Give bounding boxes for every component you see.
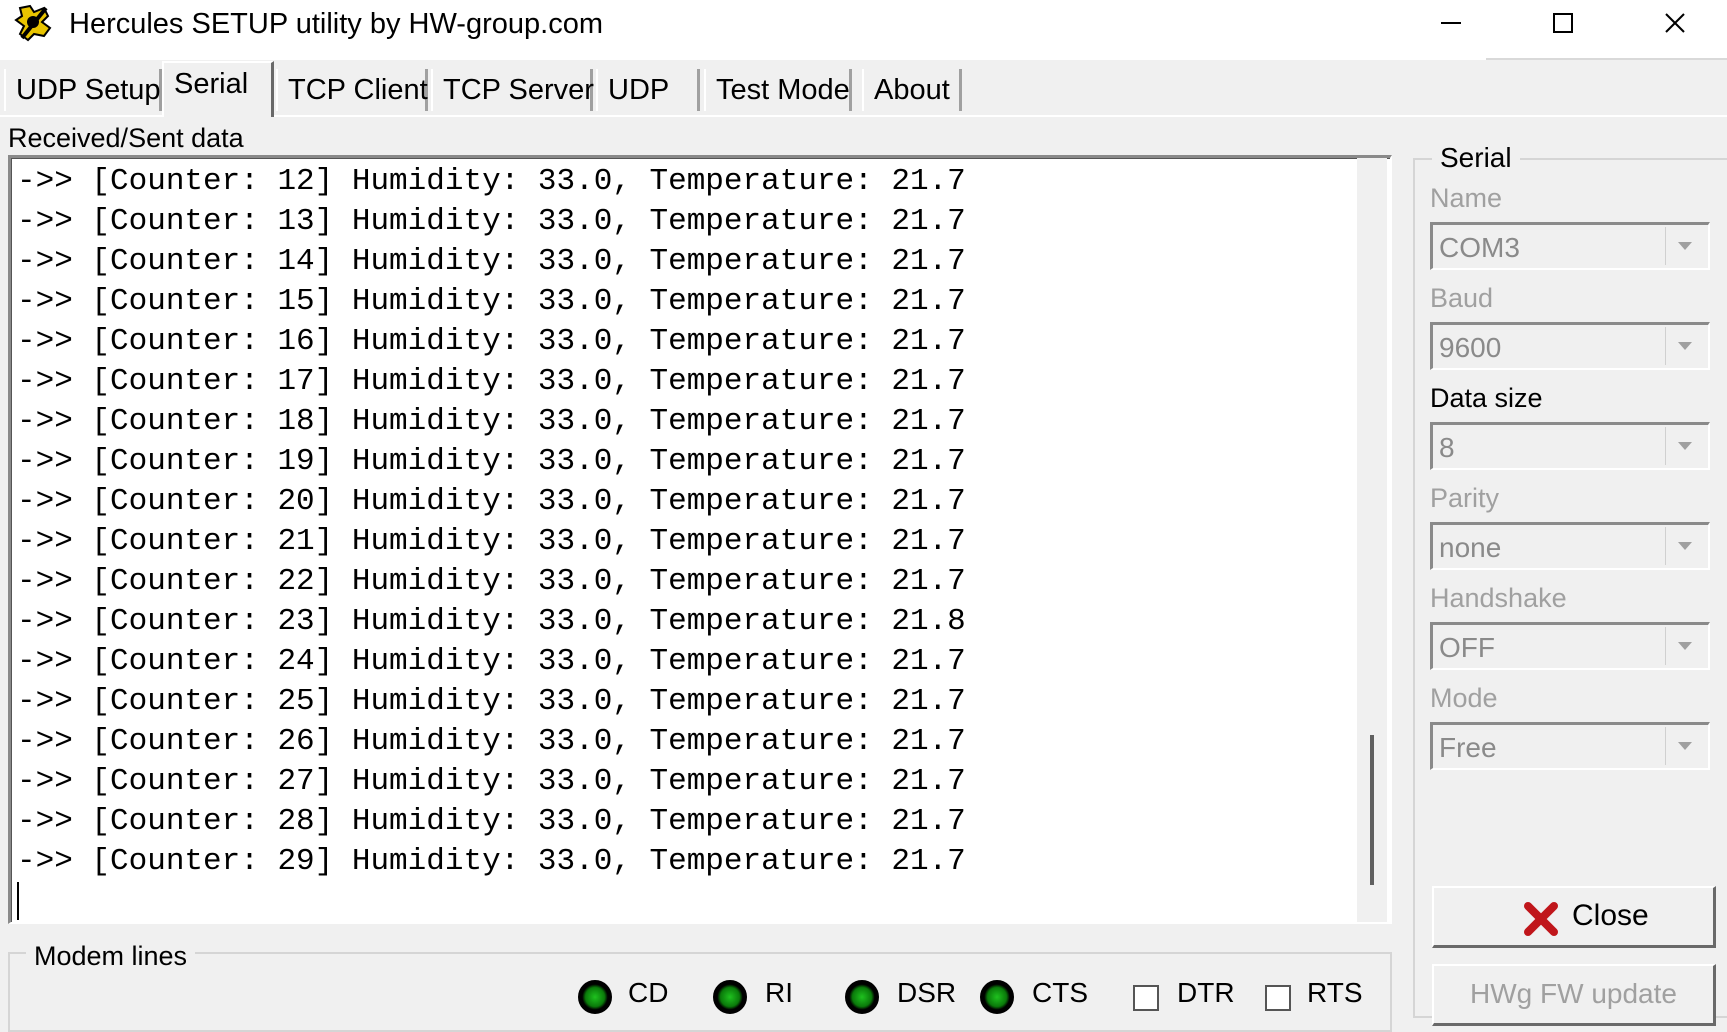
tab-serial[interactable]: Serial: [162, 61, 274, 117]
close-port-button[interactable]: Close: [1432, 886, 1716, 948]
tab-udp-setup[interactable]: UDP Setup: [4, 69, 162, 111]
received-line: ->> [Counter: 26] Humidity: 33.0, Temper…: [17, 724, 966, 759]
close-icon: [1665, 13, 1685, 33]
received-line: ->> [Counter: 17] Humidity: 33.0, Temper…: [17, 364, 966, 399]
mode-value: Free: [1439, 732, 1497, 763]
dtr-checkbox[interactable]: [1133, 985, 1159, 1011]
received-line: ->> [Counter: 23] Humidity: 33.0, Temper…: [17, 604, 966, 639]
handshake-value: OFF: [1439, 632, 1495, 663]
chevron-down-icon: [1678, 642, 1692, 650]
name-label: Name: [1430, 183, 1503, 213]
baud-value: 9600: [1439, 332, 1502, 363]
chevron-down-icon: [1678, 442, 1692, 450]
received-line: ->> [Counter: 13] Humidity: 33.0, Temper…: [17, 204, 966, 239]
cts-led-icon: [980, 980, 1014, 1014]
parity-value: none: [1439, 532, 1502, 563]
window-title: Hercules SETUP utility by HW-group.com: [69, 8, 603, 40]
received-line: ->> [Counter: 27] Humidity: 33.0, Temper…: [17, 764, 966, 799]
ri-label: RI: [765, 977, 793, 1008]
modem-lines-legend: Modem lines: [26, 938, 196, 974]
received-line: ->> [Counter: 21] Humidity: 33.0, Temper…: [17, 524, 966, 559]
vertical-scrollbar[interactable]: [1357, 158, 1387, 922]
parity-dropdown-button[interactable]: [1665, 527, 1706, 565]
title-bar[interactable]: Hercules SETUP utility by HW-group.com: [0, 0, 1727, 60]
dsr-label: DSR: [897, 977, 957, 1008]
handshake-select[interactable]: OFF: [1430, 622, 1710, 670]
received-line: ->> [Counter: 14] Humidity: 33.0, Temper…: [17, 244, 966, 279]
tab-strip: UDP Setup Serial TCP Client TCP Server U…: [0, 58, 1727, 117]
red-x-icon: [1524, 902, 1558, 936]
tab-about[interactable]: About: [862, 69, 962, 111]
data-size-label: Data size: [1430, 383, 1543, 413]
received-line: ->> [Counter: 16] Humidity: 33.0, Temper…: [17, 324, 966, 359]
received-line: ->> [Counter: 20] Humidity: 33.0, Temper…: [17, 484, 966, 519]
cts-label: CTS: [1032, 977, 1088, 1008]
name-select[interactable]: COM3: [1430, 222, 1710, 270]
baud-select[interactable]: 9600: [1430, 322, 1710, 370]
received-line: ->> [Counter: 15] Humidity: 33.0, Temper…: [17, 284, 966, 319]
cd-label: CD: [628, 977, 669, 1008]
data-size-select[interactable]: 8: [1430, 422, 1710, 470]
received-data-textarea[interactable]: ->> [Counter: 12] Humidity: 33.0, Temper…: [8, 155, 1392, 924]
received-line: ->> [Counter: 18] Humidity: 33.0, Temper…: [17, 404, 966, 439]
baud-dropdown-button[interactable]: [1665, 327, 1706, 365]
maximize-button[interactable]: [1508, 0, 1618, 45]
chevron-down-icon: [1678, 542, 1692, 550]
chevron-down-icon: [1678, 742, 1692, 750]
data-size-value: 8: [1439, 432, 1455, 463]
received-line: ->> [Counter: 29] Humidity: 33.0, Temper…: [17, 844, 966, 879]
name-value: COM3: [1439, 232, 1520, 263]
close-window-button[interactable]: [1620, 0, 1727, 45]
dtr-label: DTR: [1177, 977, 1235, 1008]
dsr-led-icon: [845, 980, 879, 1014]
received-line: ->> [Counter: 22] Humidity: 33.0, Temper…: [17, 564, 966, 599]
ri-led-icon: [713, 980, 747, 1014]
hercules-app-icon: [14, 4, 54, 42]
received-line: ->> [Counter: 19] Humidity: 33.0, Temper…: [17, 444, 966, 479]
fw-update-label: HWg FW update: [1470, 978, 1677, 1009]
data-size-dropdown-button[interactable]: [1665, 427, 1706, 465]
tab-test-mode[interactable]: Test Mode: [704, 69, 852, 111]
minimize-icon: [1441, 22, 1461, 24]
tab-tcp-server[interactable]: TCP Server: [431, 69, 594, 111]
chevron-down-icon: [1678, 342, 1692, 350]
text-caret: [17, 882, 19, 920]
serial-legend: Serial: [1432, 140, 1520, 176]
received-sent-label: Received/Sent data: [8, 123, 244, 153]
hwg-fw-update-button[interactable]: HWg FW update: [1432, 964, 1716, 1026]
received-line: ->> [Counter: 28] Humidity: 33.0, Temper…: [17, 804, 966, 839]
received-line: ->> [Counter: 12] Humidity: 33.0, Temper…: [17, 164, 966, 199]
close-button-label: Close: [1572, 899, 1649, 932]
mode-dropdown-button[interactable]: [1665, 727, 1706, 765]
maximize-icon: [1553, 13, 1573, 33]
parity-select[interactable]: none: [1430, 522, 1710, 570]
received-lines: ->> [Counter: 12] Humidity: 33.0, Temper…: [17, 162, 966, 882]
tab-tcp-client[interactable]: TCP Client: [276, 69, 428, 111]
parity-label: Parity: [1430, 483, 1500, 513]
scrollbar-thumb[interactable]: [1370, 735, 1374, 885]
handshake-dropdown-button[interactable]: [1665, 627, 1706, 665]
name-dropdown-button[interactable]: [1665, 227, 1706, 265]
received-line: ->> [Counter: 24] Humidity: 33.0, Temper…: [17, 644, 966, 679]
rts-label: RTS: [1307, 977, 1363, 1008]
mode-label: Mode: [1430, 683, 1498, 713]
tab-udp[interactable]: UDP: [596, 69, 700, 111]
chevron-down-icon: [1678, 242, 1692, 250]
handshake-label: Handshake: [1430, 583, 1567, 613]
received-line: ->> [Counter: 25] Humidity: 33.0, Temper…: [17, 684, 966, 719]
mode-select[interactable]: Free: [1430, 722, 1710, 770]
cd-led-icon: [578, 980, 612, 1014]
rts-checkbox[interactable]: [1265, 985, 1291, 1011]
minimize-button[interactable]: [1396, 0, 1506, 45]
baud-label: Baud: [1430, 283, 1494, 313]
